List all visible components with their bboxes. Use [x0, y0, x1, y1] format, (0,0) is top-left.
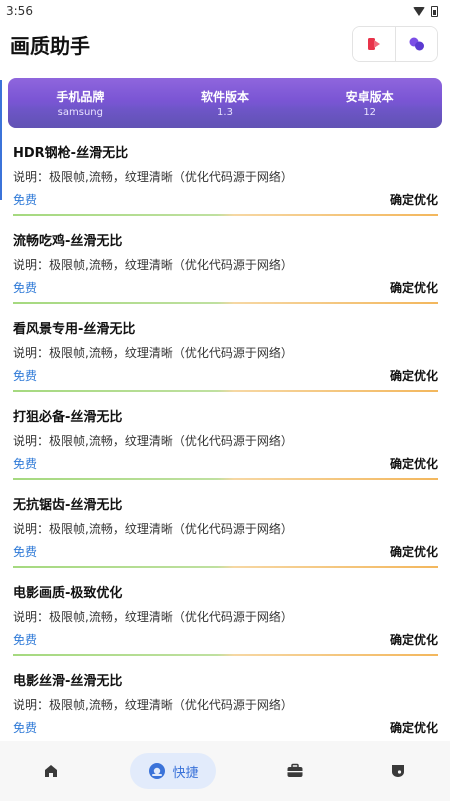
- preset-description: 说明：极限帧,流畅，纹理清晰（优化代码源于网络）: [13, 610, 293, 624]
- preset-price: 免费: [13, 368, 38, 383]
- preset-price: 免费: [13, 632, 38, 647]
- preset-card[interactable]: 电影丝滑-丝滑无比 说明：极限帧,流畅，纹理清晰（优化代码源于网络） 免费 确定…: [0, 656, 450, 738]
- software-version-value: 1.3: [217, 107, 233, 118]
- home-icon: [45, 765, 58, 777]
- video-icon: [368, 38, 380, 50]
- preset-price: 免费: [13, 280, 38, 295]
- preset-footer: 免费 确定优化: [13, 276, 438, 298]
- apply-optimization-button[interactable]: 确定优化: [390, 719, 438, 736]
- apply-optimization-button[interactable]: 确定优化: [390, 543, 438, 560]
- preset-price: 免费: [13, 192, 38, 207]
- preset-title: 电影丝滑-丝滑无比: [13, 674, 123, 689]
- preset-card[interactable]: 流畅吃鸡-丝滑无比 说明：极限帧,流畅，纹理清晰（优化代码源于网络） 免费 确定…: [0, 216, 450, 304]
- preset-description: 说明：极限帧,流畅，纹理清晰（优化代码源于网络）: [13, 522, 293, 536]
- status-bar: 3:56: [0, 0, 450, 22]
- preset-footer: 免费 确定优化: [13, 540, 438, 562]
- app-bar-actions: [352, 26, 438, 62]
- main-scroll[interactable]: 手机品牌 samsung 软件版本 1.3 安卓版本 12 HDR钢枪-丝滑无比…: [0, 76, 450, 745]
- preset-description: 说明：极限帧,流畅，纹理清晰（优化代码源于网络）: [13, 258, 293, 272]
- nav-home[interactable]: [27, 753, 75, 789]
- nav-quick[interactable]: 快捷: [130, 753, 217, 789]
- nav-toolbox[interactable]: [271, 753, 319, 789]
- device-info-banner: 手机品牌 samsung 软件版本 1.3 安卓版本 12: [8, 78, 442, 128]
- preset-footer: 免费 确定优化: [13, 452, 438, 474]
- preset-price: 免费: [13, 456, 38, 471]
- apply-optimization-button[interactable]: 确定优化: [390, 455, 438, 472]
- software-version: 软件版本 1.3: [153, 78, 298, 128]
- app-bar: 画质助手: [0, 22, 450, 66]
- device-brand-value: samsung: [57, 107, 103, 118]
- android-version-value: 12: [363, 107, 377, 118]
- status-icons: [413, 5, 438, 17]
- apply-optimization-button[interactable]: 确定优化: [390, 631, 438, 648]
- apply-optimization-button[interactable]: 确定优化: [390, 279, 438, 296]
- android-version: 安卓版本 12: [297, 78, 442, 128]
- preset-description: 说明：极限帧,流畅，纹理清晰（优化代码源于网络）: [13, 434, 293, 448]
- preset-card[interactable]: HDR钢枪-丝滑无比 说明：极限帧,流畅，纹理清晰（优化代码源于网络） 免费 确…: [0, 128, 450, 216]
- status-time: 3:56: [6, 4, 33, 18]
- device-brand-label: 手机品牌: [56, 90, 105, 104]
- preset-card[interactable]: 打狙必备-丝滑无比 说明：极限帧,流畅，纹理清晰（优化代码源于网络） 免费 确定…: [0, 392, 450, 480]
- community-icon: [409, 37, 424, 51]
- nav-quick-label: 快捷: [172, 765, 199, 781]
- video-button[interactable]: [353, 27, 395, 61]
- preset-description: 说明：极限帧,流畅，纹理清晰（优化代码源于网络）: [13, 698, 293, 712]
- preset-card[interactable]: 看风景专用-丝滑无比 说明：极限帧,流畅，纹理清晰（优化代码源于网络） 免费 确…: [0, 304, 450, 392]
- preset-footer: 免费 确定优化: [13, 628, 438, 650]
- preset-title: 看风景专用-丝滑无比: [13, 322, 136, 337]
- nav-profile[interactable]: [374, 753, 422, 789]
- preset-description: 说明：极限帧,流畅，纹理清晰（优化代码源于网络）: [13, 170, 293, 184]
- preset-footer: 免费 确定优化: [13, 188, 438, 210]
- profile-icon: [392, 765, 405, 777]
- bottom-navigation: 快捷: [0, 741, 450, 801]
- software-version-label: 软件版本: [201, 90, 250, 104]
- preset-title: HDR钢枪-丝滑无比: [13, 146, 129, 161]
- preset-title: 电影画质-极致优化: [13, 586, 123, 601]
- toolbox-icon: [287, 763, 303, 777]
- preset-price: 免费: [13, 544, 38, 559]
- preset-title: 打狙必备-丝滑无比: [13, 410, 123, 425]
- battery-icon: [431, 5, 438, 17]
- app-title: 画质助手: [10, 33, 90, 58]
- wifi-icon: [413, 6, 425, 16]
- preset-price: 免费: [13, 720, 38, 735]
- preset-card[interactable]: 无抗锯齿-丝滑无比 说明：极限帧,流畅，纹理清晰（优化代码源于网络） 免费 确定…: [0, 480, 450, 568]
- preset-title: 无抗锯齿-丝滑无比: [13, 498, 123, 513]
- android-version-label: 安卓版本: [345, 90, 394, 104]
- apply-optimization-button[interactable]: 确定优化: [390, 367, 438, 384]
- preset-footer: 免费 确定优化: [13, 716, 438, 738]
- preset-description: 说明：极限帧,流畅，纹理清晰（优化代码源于网络）: [13, 346, 293, 360]
- apply-optimization-button[interactable]: 确定优化: [390, 191, 438, 208]
- preset-title: 流畅吃鸡-丝滑无比: [13, 234, 123, 249]
- preset-footer: 免费 确定优化: [13, 364, 438, 386]
- preset-card[interactable]: 电影画质-极致优化 说明：极限帧,流畅，纹理清晰（优化代码源于网络） 免费 确定…: [0, 568, 450, 656]
- community-button[interactable]: [395, 27, 437, 61]
- quick-icon: [149, 763, 166, 779]
- device-brand: 手机品牌 samsung: [8, 78, 153, 128]
